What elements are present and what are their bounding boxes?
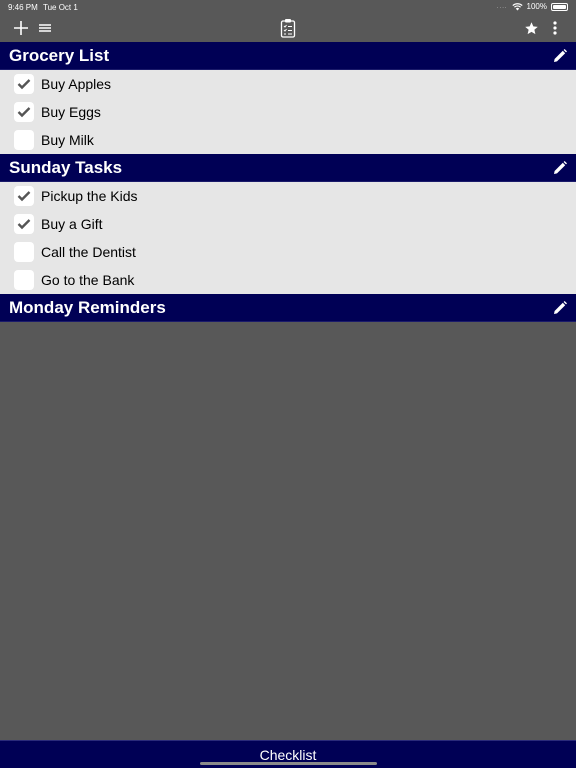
list-header-grocery[interactable]: Grocery List [0,42,576,70]
toolbar [0,14,576,42]
list-header-monday[interactable]: Monday Reminders [0,294,576,322]
checkbox-checked[interactable] [14,186,34,206]
item-label: Go to the Bank [41,272,135,288]
list-title: Sunday Tasks [9,158,123,177]
status-time: 9:46 PM [8,3,38,12]
checkmark-icon [17,79,31,90]
vertical-ellipsis-icon[interactable] [545,18,565,38]
checkmark-icon [17,107,31,118]
list-item[interactable]: Buy Apples [0,70,576,98]
checklist-container: Grocery List Buy Apples Buy Eggs Buy Mil… [0,42,576,322]
status-bar: 9:46 PM Tue Oct 1 .... 100% [0,0,576,14]
pencil-icon[interactable] [552,300,568,316]
list-item[interactable]: Pickup the Kids [0,182,576,210]
item-label: Buy Apples [41,76,112,92]
list-header-sunday[interactable]: Sunday Tasks [0,154,576,182]
clipboard-checklist-icon[interactable] [278,18,298,38]
item-label: Call the Dentist [41,244,136,260]
item-label: Pickup the Kids [41,188,138,204]
battery-percent: 100% [526,2,547,11]
list-title: Monday Reminders [9,298,166,317]
item-label: Buy a Gift [41,216,103,232]
checkbox-unchecked[interactable] [14,270,34,290]
checkbox-checked[interactable] [14,214,34,234]
signal-dots: .... [496,3,508,10]
wifi-icon [511,2,523,10]
list-item[interactable]: Go to the Bank [0,266,576,294]
checkbox-checked[interactable] [14,74,34,94]
checkmark-icon [17,219,31,230]
home-indicator[interactable] [200,762,377,765]
list-item[interactable]: Buy Milk [0,126,576,154]
item-label: Buy Milk [41,132,94,148]
list-title: Grocery List [9,46,110,65]
item-label: Buy Eggs [41,104,101,120]
pencil-icon[interactable] [552,48,568,64]
status-right: .... 100% [497,2,568,11]
bottom-bar: Checklist [0,740,576,768]
checkbox-checked[interactable] [14,102,34,122]
pencil-icon[interactable] [552,160,568,176]
plus-icon[interactable] [11,18,31,38]
bottom-bar-title[interactable]: Checklist [0,747,576,763]
checkmark-icon [17,191,31,202]
status-date: Tue Oct 1 [43,3,78,12]
hamburger-icon[interactable] [35,18,55,38]
list-item[interactable]: Buy a Gift [0,210,576,238]
list-item[interactable]: Call the Dentist [0,238,576,266]
list-item[interactable]: Buy Eggs [0,98,576,126]
checkbox-unchecked[interactable] [14,130,34,150]
star-icon[interactable] [521,18,541,38]
checkbox-unchecked[interactable] [14,242,34,262]
battery-icon [551,2,568,11]
